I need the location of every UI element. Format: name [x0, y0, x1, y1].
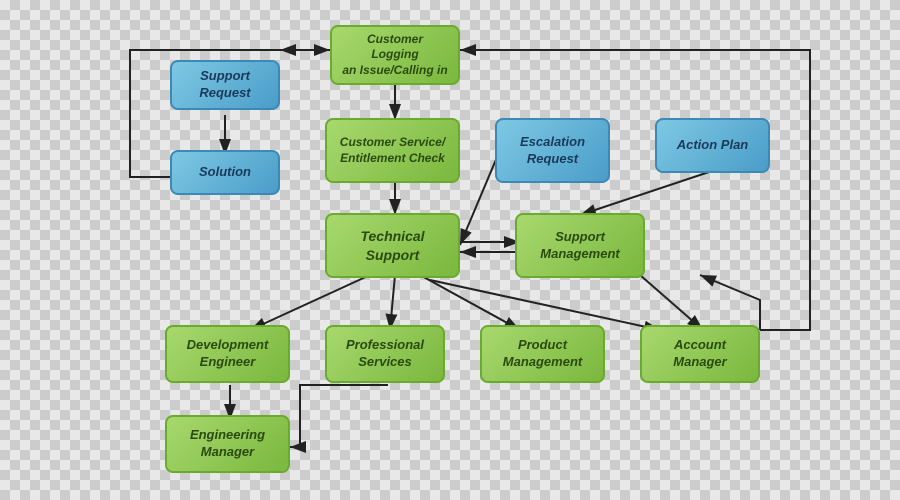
- node-professional-services: ProfessionalServices: [325, 325, 445, 383]
- node-escalation-request: EscalationRequest: [495, 118, 610, 183]
- diagram: Customer Loggingan Issue/Calling in Supp…: [60, 10, 880, 490]
- node-support-management: SupportManagement: [515, 213, 645, 278]
- node-product-management: ProductManagement: [480, 325, 605, 383]
- node-engineering-manager: EngineeringManager: [165, 415, 290, 473]
- node-solution: Solution: [170, 150, 280, 195]
- node-customer-service: Customer Service/Entitlement Check: [325, 118, 460, 183]
- node-account-manager: AccountManager: [640, 325, 760, 383]
- node-action-plan: Action Plan: [655, 118, 770, 173]
- node-technical-support: TechnicalSupport: [325, 213, 460, 278]
- node-customer-logging: Customer Loggingan Issue/Calling in: [330, 25, 460, 85]
- node-support-request: SupportRequest: [170, 60, 280, 110]
- node-development-engineer: DevelopmentEngineer: [165, 325, 290, 383]
